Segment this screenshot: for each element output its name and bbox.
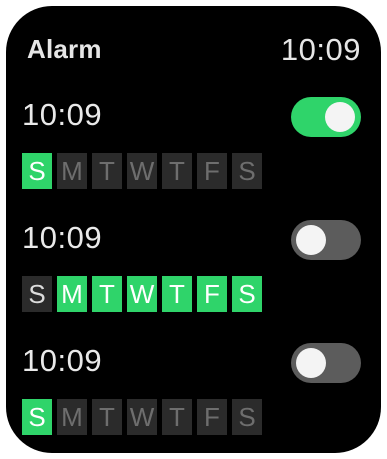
day-sunday[interactable]: S bbox=[22, 399, 52, 435]
day-saturday[interactable]: S bbox=[232, 153, 262, 189]
weekday-selector: S M T W T F S bbox=[22, 399, 262, 435]
day-tuesday[interactable]: T bbox=[92, 399, 122, 435]
day-thursday[interactable]: T bbox=[162, 276, 192, 312]
day-friday[interactable]: F bbox=[197, 399, 227, 435]
weekday-selector: S M T W T F S bbox=[22, 276, 262, 312]
day-friday[interactable]: F bbox=[197, 276, 227, 312]
toggle-knob bbox=[296, 348, 326, 378]
alarm-time[interactable]: 10:09 bbox=[22, 220, 102, 256]
watch-screen: Alarm 10:09 10:09 S M T W T F S 10:09 S … bbox=[6, 6, 381, 453]
day-tuesday[interactable]: T bbox=[92, 276, 122, 312]
day-wednesday[interactable]: W bbox=[127, 276, 157, 312]
alarm-toggle[interactable] bbox=[291, 97, 361, 137]
day-monday[interactable]: M bbox=[57, 276, 87, 312]
day-tuesday[interactable]: T bbox=[92, 153, 122, 189]
day-friday[interactable]: F bbox=[197, 153, 227, 189]
clock-time: 10:09 bbox=[280, 32, 361, 67]
day-monday[interactable]: M bbox=[57, 153, 87, 189]
toggle-knob bbox=[325, 102, 355, 132]
header: Alarm 10:09 bbox=[6, 32, 381, 72]
alarm-time[interactable]: 10:09 bbox=[22, 343, 102, 379]
day-monday[interactable]: M bbox=[57, 399, 87, 435]
day-saturday[interactable]: S bbox=[232, 276, 262, 312]
alarm-row-2[interactable]: 10:09 S M T W T F S bbox=[6, 220, 381, 320]
day-thursday[interactable]: T bbox=[162, 399, 192, 435]
day-saturday[interactable]: S bbox=[232, 399, 262, 435]
app-title: Alarm bbox=[27, 34, 102, 64]
day-wednesday[interactable]: W bbox=[127, 153, 157, 189]
day-thursday[interactable]: T bbox=[162, 153, 192, 189]
alarm-time[interactable]: 10:09 bbox=[22, 97, 102, 133]
alarm-row-1[interactable]: 10:09 S M T W T F S bbox=[6, 97, 381, 197]
alarm-row-3[interactable]: 10:09 S M T W T F S bbox=[6, 343, 381, 443]
day-wednesday[interactable]: W bbox=[127, 399, 157, 435]
alarm-toggle[interactable] bbox=[291, 220, 361, 260]
toggle-knob bbox=[296, 225, 326, 255]
day-sunday[interactable]: S bbox=[22, 276, 52, 312]
weekday-selector: S M T W T F S bbox=[22, 153, 262, 189]
alarm-toggle[interactable] bbox=[291, 343, 361, 383]
day-sunday[interactable]: S bbox=[22, 153, 52, 189]
